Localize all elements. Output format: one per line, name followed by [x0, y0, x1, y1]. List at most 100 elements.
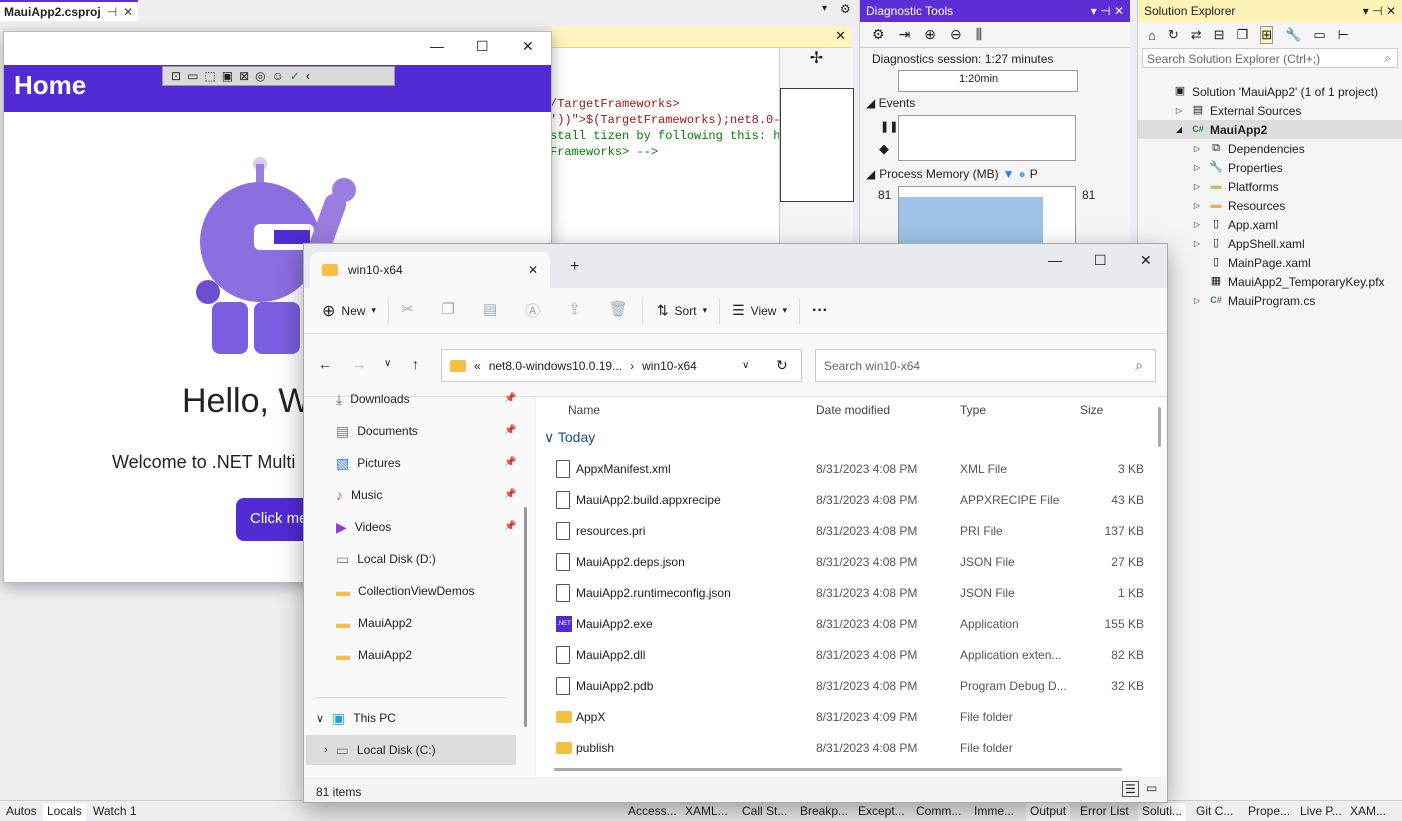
dropdown-icon[interactable]: ▾: [822, 3, 827, 14]
nav-item[interactable]: ▬ CollectionViewDemos: [336, 580, 475, 602]
expand-icon[interactable]: ▷: [1190, 180, 1204, 193]
view-button[interactable]: ☰ View ▾: [732, 302, 787, 319]
share-icon[interactable]: ⇪: [568, 300, 581, 321]
close-icon[interactable]: ✕: [123, 5, 133, 19]
nav-scrollbar[interactable]: [524, 507, 527, 727]
expand-icon[interactable]: ▷: [1190, 161, 1204, 174]
file-row[interactable]: AppxManifest.xml 8/31/2023 4:08 PM XML Fil…: [536, 454, 1156, 485]
collapse-all-icon[interactable]: ⊟: [1214, 27, 1225, 43]
refresh-icon[interactable]: ↻: [776, 357, 788, 374]
expand-icon[interactable]: ▷: [1190, 218, 1204, 231]
expand-icon[interactable]: ◢: [1172, 123, 1186, 136]
expand-icon[interactable]: ▷: [1190, 142, 1204, 155]
close-icon[interactable]: ✕: [522, 38, 534, 55]
zoom-out-icon[interactable]: ⊖: [950, 26, 962, 43]
solution-tree-item[interactable]: ▷ ▯ App.xaml: [1138, 215, 1402, 234]
solution-tree-item[interactable]: ▷ ▬ Resources: [1138, 196, 1402, 215]
tiles-view-icon[interactable]: ▭: [1146, 781, 1157, 795]
file-row[interactable]: MauiApp2.pdb 8/31/2023 4:08 PM Program Deb…: [536, 671, 1156, 702]
close-icon[interactable]: ✕: [835, 28, 846, 44]
vertical-scrollbar[interactable]: [1158, 407, 1161, 447]
nav-item[interactable]: ▧ Pictures: [336, 452, 401, 474]
gear-icon[interactable]: ⚙: [872, 26, 885, 43]
tab-breakp[interactable]: Breakp...: [796, 803, 852, 821]
solution-tree-item[interactable]: ▷ ▤ External Sources: [1138, 101, 1402, 120]
solution-tree-item[interactable]: ▷ ▬ Platforms: [1138, 177, 1402, 196]
code-minimap[interactable]: ✢: [779, 48, 854, 243]
file-row[interactable]: publish 8/31/2023 4:08 PM File folder: [536, 733, 1156, 764]
tab-imme[interactable]: Imme...: [970, 803, 1018, 821]
nav-item[interactable]: ♪ Music: [336, 484, 382, 506]
column-type[interactable]: Type: [960, 399, 986, 421]
solution-tree-item[interactable]: ▷ C# MauiProgram.cs: [1138, 291, 1402, 310]
tab-call-st[interactable]: Call St...: [738, 803, 791, 821]
show-all-icon[interactable]: ⊞: [1260, 26, 1274, 44]
panel-controls[interactable]: ▾ ⊣ ✕: [1091, 4, 1124, 18]
maximize-icon[interactable]: ☐: [476, 38, 489, 55]
chevron-down-icon[interactable]: ∨: [742, 360, 749, 371]
gear-icon[interactable]: ⚙: [840, 2, 851, 16]
export-icon[interactable]: ⇥: [899, 26, 911, 43]
file-row[interactable]: MauiApp2.runtimeconfig.json 8/31/2023 4:0…: [536, 578, 1156, 609]
sort-button[interactable]: ⇅ Sort ▾: [657, 302, 707, 319]
pause-icon[interactable]: ❚❚: [880, 120, 898, 133]
nav-item[interactable]: ▬ MauiApp2: [336, 612, 412, 634]
maui-titlebar[interactable]: — ☐ ✕: [4, 32, 551, 65]
solution-tree-item[interactable]: ▣ Solution 'MauiApp2' (1 of 1 project): [1138, 82, 1402, 101]
document-tab[interactable]: MauiApp2.csproj ⊣ ✕: [0, 0, 138, 21]
column-date[interactable]: Date modified: [816, 399, 890, 421]
tab-xam[interactable]: XAM...: [1346, 803, 1390, 821]
tab-except[interactable]: Except...: [854, 803, 909, 821]
solution-tree-item[interactable]: ▦ MauiApp2_TemporaryKey.pfx: [1138, 272, 1402, 291]
collapse-toolbar-icon[interactable]: ‹: [306, 69, 310, 83]
tab-comm[interactable]: Comm...: [912, 803, 965, 821]
pin-icon[interactable]: ⊣: [107, 5, 117, 19]
expand-icon[interactable]: ▷: [1190, 294, 1204, 307]
tab-live-p[interactable]: Live P...: [1296, 803, 1346, 821]
history-icon[interactable]: ↻: [1168, 27, 1179, 43]
back-icon[interactable]: ←: [318, 356, 332, 372]
events-header[interactable]: ◢ Events: [860, 92, 1130, 114]
solution-tree-item[interactable]: ▷ ▯ AppShell.xaml: [1138, 234, 1402, 253]
solution-tree-item[interactable]: ▷ 🔧 Properties: [1138, 158, 1402, 177]
expand-icon[interactable]: [1190, 256, 1204, 269]
up-icon[interactable]: ↑: [412, 356, 419, 372]
pin-icon[interactable]: 📌: [504, 489, 516, 500]
group-header[interactable]: ∨ Today: [544, 429, 595, 446]
column-name[interactable]: Name: [568, 399, 600, 421]
hot-reload-icon[interactable]: ◎: [255, 69, 265, 83]
search-input[interactable]: Search win10-x64 ⌕: [815, 349, 1156, 382]
minimize-icon[interactable]: —: [430, 38, 444, 54]
expand-icon[interactable]: [1190, 275, 1204, 288]
details-view-icon[interactable]: ☰: [1122, 781, 1139, 797]
address-bar[interactable]: « net8.0-windows10.0.19... › win10-x64 ∨…: [441, 349, 802, 382]
explorer-tab[interactable]: win10-x64 ✕: [310, 252, 550, 288]
recent-icon[interactable]: ∨: [384, 358, 391, 369]
file-row[interactable]: MauiApp2.deps.json 8/31/2023 4:08 PM JSON …: [536, 547, 1156, 578]
tab-xaml[interactable]: XAML...: [681, 803, 732, 821]
breadcrumb-item[interactable]: win10-x64: [642, 359, 697, 373]
tab-autos[interactable]: Autos: [2, 803, 41, 821]
nav-item[interactable]: › ▭ Local Disk (C:): [306, 735, 516, 765]
pin-icon[interactable]: 📌: [504, 457, 516, 468]
delete-icon[interactable]: 🗑: [609, 300, 628, 321]
panel-controls[interactable]: ▾ ⊣ ✕: [1363, 4, 1396, 18]
nav-item[interactable]: ▬ MauiApp2: [336, 644, 412, 666]
select-element-icon[interactable]: ⬚: [204, 69, 215, 83]
tab-prope[interactable]: Prope...: [1244, 803, 1294, 821]
cut-icon[interactable]: ✂: [401, 300, 414, 321]
video-icon[interactable]: ▭: [187, 69, 198, 83]
check-icon[interactable]: ✓: [290, 69, 300, 83]
breadcrumb-overflow[interactable]: «: [474, 359, 481, 373]
events-track[interactable]: [898, 115, 1076, 161]
close-icon[interactable]: ✕: [1140, 252, 1152, 269]
tab-watch-1[interactable]: Watch 1: [89, 803, 141, 821]
chevron-right-icon[interactable]: ›: [324, 744, 328, 756]
paste-icon[interactable]: ▤: [483, 300, 497, 321]
file-row[interactable]: resources.pri 8/31/2023 4:08 PM PRI File 13…: [536, 516, 1156, 547]
more-options-button[interactable]: ···: [812, 302, 828, 320]
display-adorners-icon[interactable]: ▣: [222, 69, 233, 83]
file-row[interactable]: MauiApp2.build.appxrecipe 8/31/2023 4:08 …: [536, 485, 1156, 516]
forward-icon[interactable]: →: [352, 356, 366, 372]
timeline-ruler[interactable]: 1:20min: [898, 70, 1078, 92]
